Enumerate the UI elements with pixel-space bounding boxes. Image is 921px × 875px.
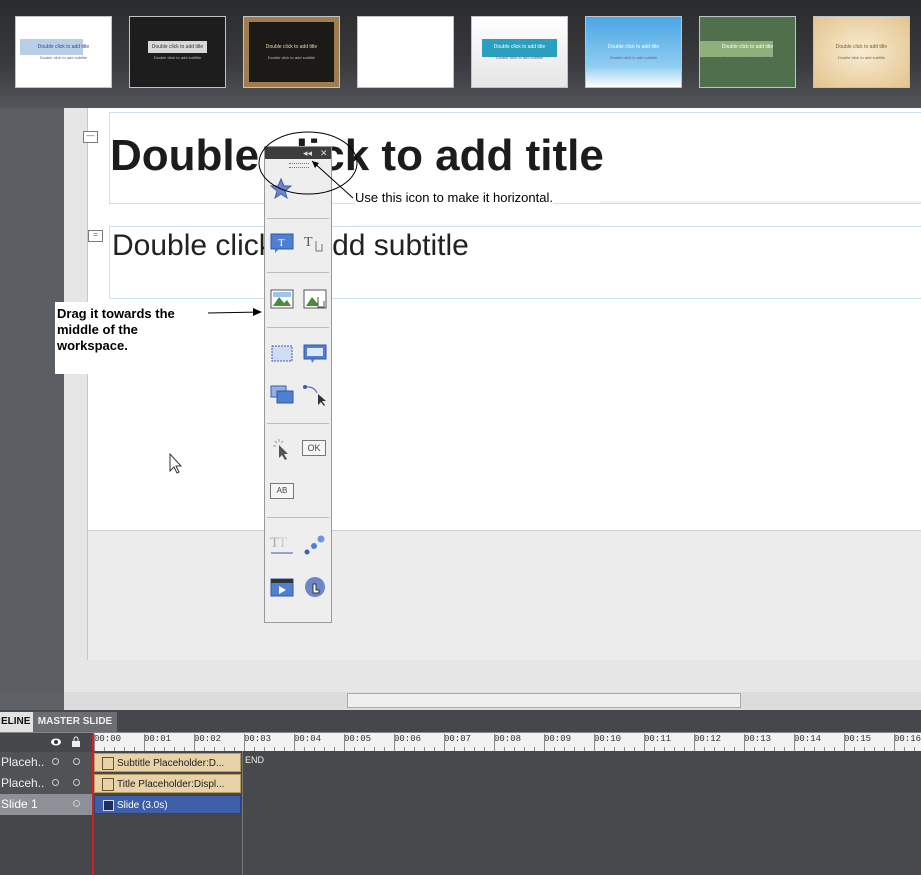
ruler-tick: [194, 734, 195, 751]
lock-dot[interactable]: [73, 800, 80, 807]
drag-arrowhead: [253, 308, 262, 316]
ruler-tick-label: 00:07: [444, 734, 472, 744]
timeline-empty-area: [242, 751, 921, 875]
ruler-tick: [494, 734, 495, 751]
annotation-circle: [258, 131, 358, 195]
ruler-minor-tick: [134, 747, 135, 751]
ruler-minor-tick: [154, 747, 155, 751]
ruler-tick: [144, 734, 145, 751]
ruler-tick-label: 00:08: [494, 734, 522, 744]
tab-master-slide[interactable]: MASTER SLIDE: [33, 712, 117, 732]
ruler-tick-label: 00:00: [94, 734, 122, 744]
ruler-tick: [244, 734, 245, 751]
timeline-bar-subtitle[interactable]: Subtitle Placeholder:D...: [94, 753, 241, 772]
ruler-tick: [394, 734, 395, 751]
lock-dot[interactable]: [73, 758, 80, 765]
ruler-tick: [844, 734, 845, 751]
ruler-tick-label: 00:09: [544, 734, 572, 744]
ruler-tick: [594, 734, 595, 751]
ruler-tick: [94, 734, 95, 751]
ruler-minor-tick: [184, 747, 185, 751]
ruler-tick-label: 00:04: [294, 734, 322, 744]
ruler-tick-label: 00:01: [144, 734, 172, 744]
timeline-bar-title[interactable]: Title Placeholder:Displ...: [94, 774, 241, 793]
eye-icon[interactable]: [50, 737, 62, 747]
ruler-minor-tick: [204, 747, 205, 751]
ruler-tick: [744, 734, 745, 751]
ruler-tick: [344, 734, 345, 751]
stage-scrollbar-thumb[interactable]: [347, 693, 741, 708]
ruler-tick-label: 00:15: [844, 734, 872, 744]
ruler-tick-label: 00:13: [744, 734, 772, 744]
ruler-tick: [644, 734, 645, 751]
ruler-tick: [294, 734, 295, 751]
ruler-minor-tick: [174, 747, 175, 751]
placeholder-icon: [102, 757, 114, 770]
lock-dot[interactable]: [73, 779, 80, 786]
timeline-bar-slide[interactable]: Slide (3.0s): [94, 795, 241, 814]
ruler-tick-label: 00:12: [694, 734, 722, 744]
ruler-tick-label: 00:16: [894, 734, 921, 744]
ruler-tick: [444, 734, 445, 751]
ruler-tick: [894, 734, 895, 751]
lock-icon[interactable]: [71, 736, 81, 748]
timeline-bar-label: Slide (3.0s): [117, 800, 168, 811]
visibility-dot[interactable]: [52, 779, 59, 786]
ruler-minor-tick: [224, 747, 225, 751]
ruler-tick-label: 00:03: [244, 734, 272, 744]
tab-timeline[interactable]: ELINE: [0, 712, 33, 732]
slide-icon: [103, 800, 114, 811]
ruler-minor-tick: [114, 747, 115, 751]
ruler-minor-tick: [124, 747, 125, 751]
ruler-tick-label: 00:05: [344, 734, 372, 744]
ruler-tick: [794, 734, 795, 751]
ruler-minor-tick: [214, 747, 215, 751]
visibility-dot[interactable]: [52, 758, 59, 765]
timeline-end-marker: [242, 751, 243, 875]
ruler-tick-label: 00:14: [794, 734, 822, 744]
end-label: END: [245, 755, 265, 765]
timeline-bar-label: Subtitle Placeholder:D...: [117, 758, 225, 769]
ruler-minor-tick: [104, 747, 105, 751]
placeholder-icon: [102, 778, 114, 791]
ruler-minor-tick: [234, 747, 235, 751]
ruler-tick-label: 00:06: [394, 734, 422, 744]
ruler-tick-label: 00:10: [594, 734, 622, 744]
timeline-bar-label: Title Placeholder:Displ...: [117, 779, 225, 790]
ruler-tick: [694, 734, 695, 751]
mouse-cursor: [169, 452, 183, 474]
ruler-tick-label: 00:02: [194, 734, 222, 744]
ruler-tick: [544, 734, 545, 751]
horizontal-arrow: [311, 160, 354, 199]
ruler-tick-label: 00:11: [644, 734, 672, 744]
timeline-ruler[interactable]: 00:00 00:01 00:02 00:03 00:04 00:05 00:06 00:07…: [92, 733, 921, 751]
ruler-minor-tick: [164, 747, 165, 751]
